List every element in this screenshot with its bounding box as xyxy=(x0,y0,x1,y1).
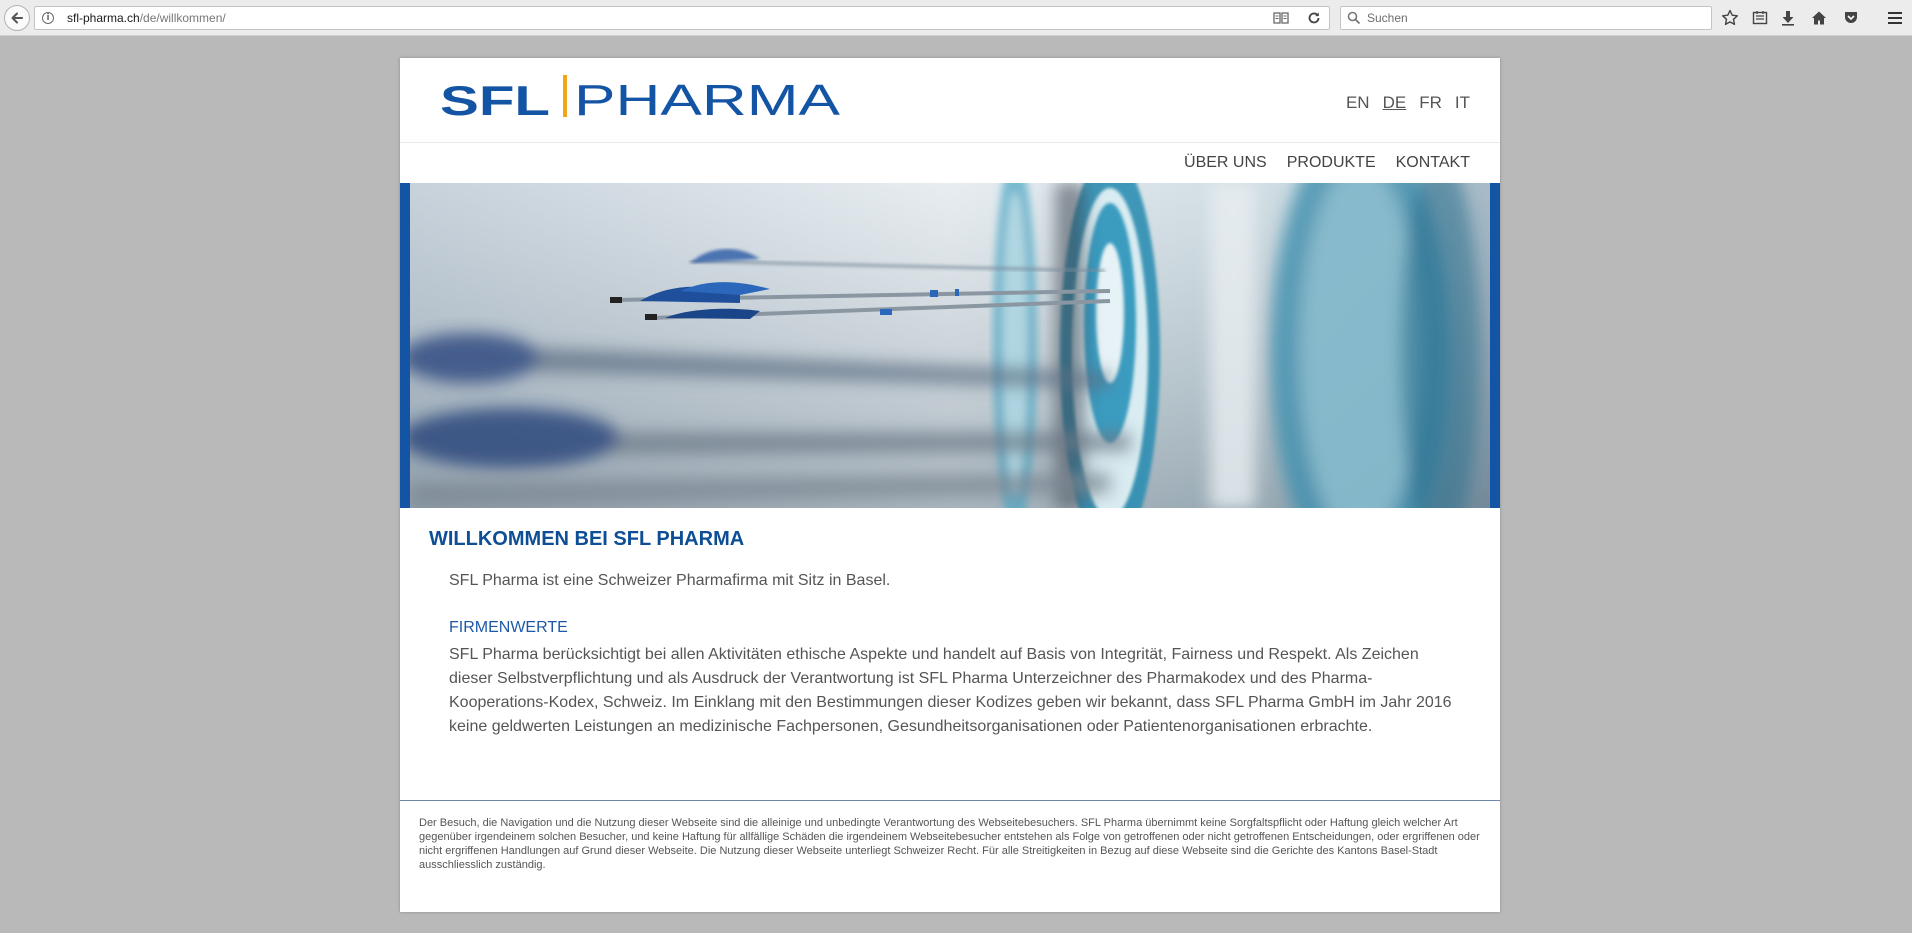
logo-part2: PHARMA xyxy=(574,76,841,120)
nav-kontakt[interactable]: KONTAKT xyxy=(1396,154,1470,172)
values-heading: FIRMENWERTE xyxy=(449,619,568,636)
disclaimer-text: Der Besuch, die Navigation und die Nutzu… xyxy=(419,817,1480,871)
search-input[interactable] xyxy=(1367,10,1697,26)
back-arrow-icon xyxy=(11,12,23,24)
lang-it[interactable]: IT xyxy=(1455,93,1470,113)
main-nav: ÜBER UNS PRODUKTE KONTAKT xyxy=(1184,154,1470,172)
browser-toolbar: i sfl-pharma.ch/de/willkommen/ xyxy=(0,0,1912,36)
url-host: sfl-pharma.ch xyxy=(67,11,140,25)
logo-accent-bar xyxy=(563,75,567,117)
url-text[interactable]: sfl-pharma.ch/de/willkommen/ xyxy=(67,11,226,25)
url-path: /de/willkommen/ xyxy=(139,11,226,25)
reading-list-icon[interactable] xyxy=(1749,7,1771,29)
nav-ueber-uns[interactable]: ÜBER UNS xyxy=(1184,154,1267,172)
search-icon xyxy=(1347,11,1361,25)
pocket-icon[interactable] xyxy=(1840,7,1862,29)
sfl-pharma-logo[interactable]: SFL PHARMA xyxy=(440,75,842,125)
intro-text: SFL Pharma ist eine Schweizer Pharmafirm… xyxy=(449,572,891,589)
bookmark-star-icon[interactable] xyxy=(1719,7,1741,29)
values-text: SFL Pharma berücksichtigt bei allen Akti… xyxy=(449,646,1452,735)
language-switcher: EN DE FR IT xyxy=(1346,93,1470,113)
nav-produkte[interactable]: PRODUKTE xyxy=(1287,154,1376,172)
page-title: WILLKOMMEN BEI SFL PHARMA xyxy=(429,528,745,550)
lang-fr[interactable]: FR xyxy=(1419,93,1442,113)
info-icon[interactable]: i xyxy=(42,12,54,24)
menu-icon[interactable] xyxy=(1884,7,1906,29)
home-icon[interactable] xyxy=(1808,7,1830,29)
reload-icon[interactable] xyxy=(1307,11,1321,25)
page-container: SFL PHARMA EN DE FR IT ÜBER UNS PRODUKTE… xyxy=(400,58,1500,912)
url-bar[interactable]: i sfl-pharma.ch/de/willkommen/ xyxy=(34,6,1330,30)
logo-part1: SFL xyxy=(440,77,550,120)
download-icon[interactable] xyxy=(1777,7,1799,29)
footer-divider xyxy=(400,800,1500,801)
hero-image-archery-target xyxy=(400,183,1500,508)
lang-de[interactable]: DE xyxy=(1383,93,1407,113)
header-divider xyxy=(400,142,1500,143)
search-bar[interactable] xyxy=(1340,6,1712,30)
back-button[interactable] xyxy=(4,5,30,31)
reader-view-icon[interactable] xyxy=(1273,11,1289,25)
lang-en[interactable]: EN xyxy=(1346,93,1370,113)
